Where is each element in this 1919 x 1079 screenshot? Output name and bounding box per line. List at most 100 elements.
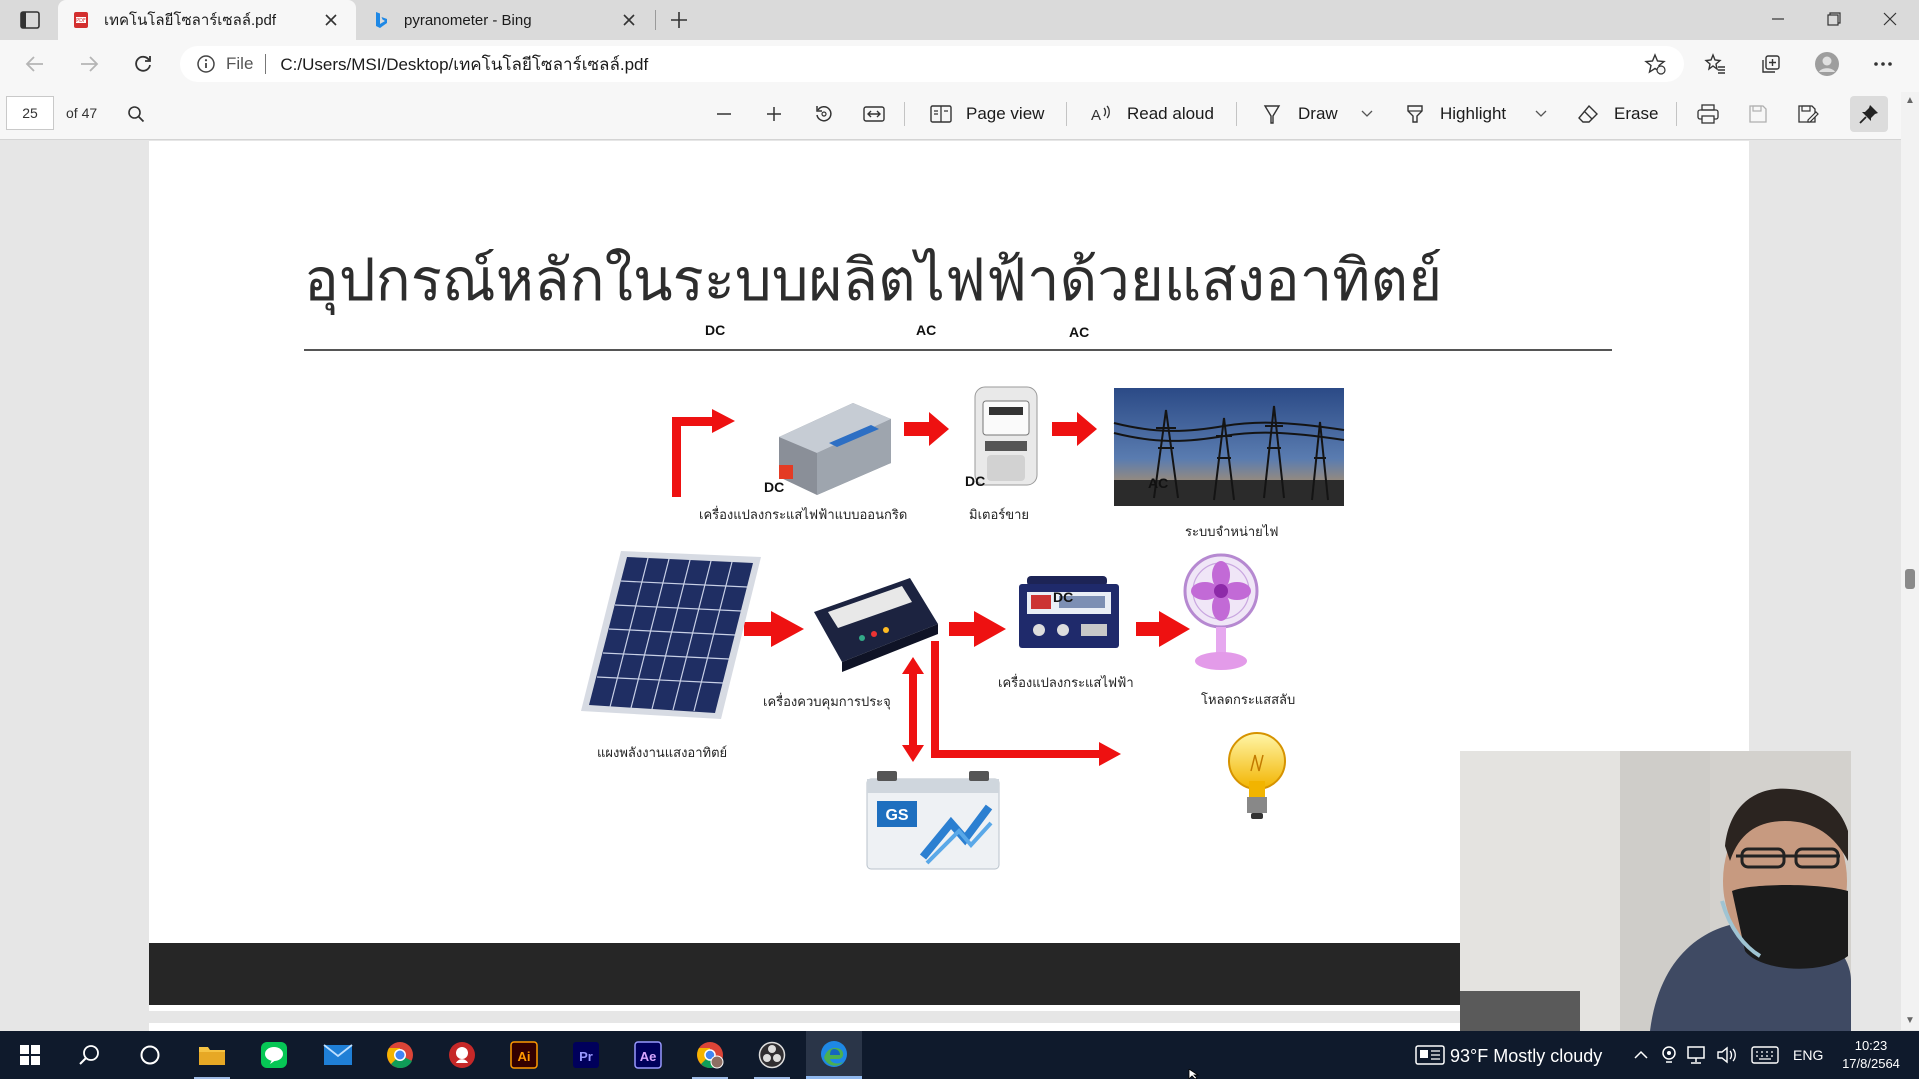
zoom-in-button[interactable] [759,100,789,128]
plus-icon [767,107,781,121]
edge-app[interactable] [806,1031,862,1079]
label-ac-to-meter: AC [916,322,937,338]
scroll-down-icon[interactable]: ▼ [1905,1016,1915,1026]
clock[interactable]: 10:23 17/8/2564 [1835,1037,1907,1073]
taskbar-search-button[interactable] [62,1031,118,1079]
mail-icon [323,1044,353,1065]
taskbar: Ai Pr Ae 93°F Mostly cloudy ENG 10:23 17… [0,1031,1919,1079]
draw-options-chevron-icon[interactable] [1352,100,1382,128]
webcam-overlay [1460,751,1851,1031]
premiere-app[interactable]: Pr [558,1031,614,1079]
address-input[interactable]: File C:/Users/MSI/Desktop/เทคโนโลยีโซลาร… [180,46,1684,82]
after-effects-app[interactable]: Ae [620,1031,676,1079]
camera-icon[interactable] [1658,1045,1680,1065]
dc-branch-to-grid-inverter [672,409,735,497]
label-ac-to-grid: AC [1069,324,1090,340]
language-indicator[interactable]: ENG [1793,1047,1823,1063]
draw-icon [1257,100,1287,128]
toolbar-divider [1236,102,1237,126]
premiere-icon: Pr [573,1042,599,1068]
favorites-button[interactable] [1700,50,1730,78]
label-charge-controller: เครื่องควบคุมการประจุ [763,694,891,709]
pin-toolbar-button[interactable] [1850,96,1888,132]
line-app[interactable] [246,1031,302,1079]
settings-menu-button[interactable] [1868,50,1898,78]
pin-icon [1859,105,1878,124]
close-tab-icon[interactable] [618,9,640,31]
svg-text:Ae: Ae [640,1049,657,1064]
arrow-meter-to-grid [1052,412,1097,446]
start-button[interactable] [2,1031,58,1079]
add-favorite-button[interactable] [1640,50,1670,78]
close-tab-icon[interactable] [320,9,342,31]
obs-app[interactable] [744,1031,800,1079]
file-explorer-app[interactable] [184,1031,240,1079]
save-as-button[interactable] [1793,100,1823,128]
back-button[interactable] [18,48,52,80]
erase-button[interactable]: Erase [1614,104,1658,124]
task-view-button[interactable] [122,1031,178,1079]
svg-text:Pr: Pr [579,1049,593,1064]
svg-text:Ai: Ai [518,1049,531,1064]
forward-button[interactable] [72,48,106,80]
weather-text[interactable]: 93°F Mostly cloudy [1450,1046,1602,1067]
refresh-button[interactable] [126,48,160,80]
tab-strip: PDF เทคโนโลยีโซลาร์เซลล์.pdf pyranometer… [0,0,1919,40]
illustrator-app[interactable]: Ai [496,1031,552,1079]
profile-button[interactable] [1812,50,1842,78]
chrome-app[interactable] [372,1031,428,1079]
save-button[interactable] [1743,100,1773,128]
label-solar-panel: แผงพลังงานแสงอาทิตย์ [597,745,728,760]
restore-button[interactable] [1806,0,1862,38]
read-aloud-button[interactable]: Read aloud [1127,104,1214,124]
rotate-icon [816,106,832,122]
arrow-controller-battery [902,657,924,762]
highlight-options-chevron-icon[interactable] [1526,100,1556,128]
vertical-scrollbar[interactable]: ▲ ▼ [1901,92,1919,1030]
mail-app[interactable] [310,1031,366,1079]
tab-actions-button[interactable] [10,6,50,34]
highlight-button[interactable]: Highlight [1440,104,1506,124]
weather-icon[interactable] [1414,1045,1446,1065]
red-app[interactable] [434,1031,490,1079]
page-number-input[interactable]: 25 [6,96,54,130]
tab-pdf[interactable]: PDF เทคโนโลยีโซลาร์เซลล์.pdf [58,0,356,40]
folder-icon [199,1047,225,1065]
draw-button[interactable]: Draw [1298,104,1338,124]
after-effects-icon: Ae [634,1041,662,1069]
show-hidden-icons-chevron-icon[interactable] [1630,1045,1652,1065]
collections-button[interactable] [1756,50,1786,78]
fit-width-button[interactable] [859,100,889,128]
chrome-icon [387,1042,413,1069]
info-icon[interactable] [196,54,216,74]
arrow-panel-to-controller [744,611,804,647]
new-tab-button[interactable] [664,6,694,34]
print-icon [1697,104,1719,124]
charge-controller-image [814,578,938,672]
toolbar-divider [1676,102,1677,126]
star-add-icon [1644,53,1666,75]
dc-line-to-bulb [931,641,1121,766]
chrome-profile-app[interactable] [682,1031,738,1079]
minimize-button[interactable] [1750,0,1806,38]
find-button[interactable] [121,100,151,128]
clock-date: 17/8/2564 [1842,1056,1900,1071]
scroll-up-icon[interactable]: ▲ [1905,96,1915,106]
network-icon[interactable] [1686,1045,1708,1065]
tab-bing[interactable]: pyranometer - Bing [358,0,654,40]
page-view-button[interactable]: Page view [966,104,1044,124]
restore-icon [1827,12,1841,26]
print-button[interactable] [1693,100,1723,128]
label-inverter: เครื่องแปลงกระแสไฟฟ้า [998,675,1134,690]
arrow-controller-to-inverter [949,611,1006,647]
zoom-out-button[interactable] [709,100,739,128]
search-icon [79,1045,99,1065]
arrow-inverter-to-meter [904,412,949,446]
toolbar-divider [1066,102,1067,126]
volume-icon[interactable] [1716,1045,1738,1065]
close-window-button[interactable] [1862,0,1918,38]
scroll-thumb[interactable] [1905,569,1915,589]
keyboard-icon[interactable] [1750,1045,1780,1065]
svg-text:PDF: PDF [76,18,86,24]
rotate-button[interactable] [809,100,839,128]
